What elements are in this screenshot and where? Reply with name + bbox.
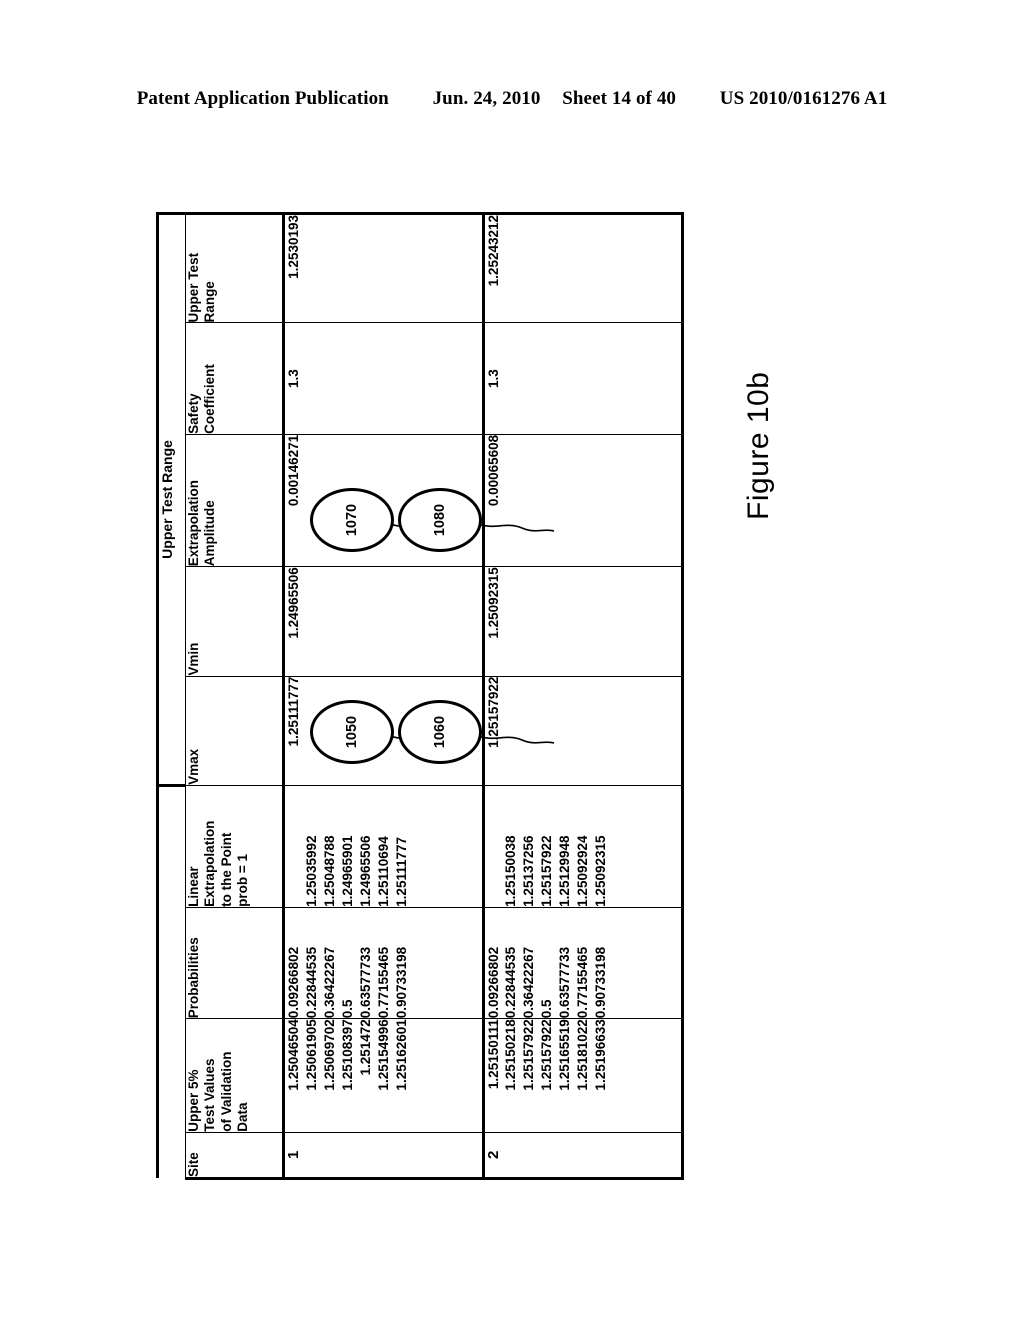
- sheet-number: Sheet 14 of 40: [562, 88, 677, 109]
- figure-stage: Upper Test Range Site Upper 5% Test Valu…: [156, 212, 684, 1180]
- publication-label: Patent Application Publication: [136, 88, 389, 109]
- leader-lines: [387, 522, 555, 744]
- callout-label: 1070: [344, 503, 360, 537]
- callout-balloon-1060: 1060: [398, 700, 482, 764]
- publication-date: Jun. 24, 2010: [432, 88, 541, 109]
- callout-balloon-1080: 1080: [398, 488, 482, 552]
- callout-label: 1050: [344, 715, 360, 749]
- patent-number: US 2010/0161276 A1: [719, 88, 888, 109]
- rotated-table-wrapper: Upper Test Range Site Upper 5% Test Valu…: [156, 212, 684, 1180]
- patent-page-header: Patent Application Publication Jun. 24, …: [0, 88, 1024, 110]
- callout-balloon-1070: 1070: [310, 488, 394, 552]
- callout-label: 1060: [432, 715, 448, 749]
- callout-balloon-1050: 1050: [310, 700, 394, 764]
- figure-caption: Figure 10b: [742, 371, 775, 520]
- callout-label: 1080: [432, 503, 448, 537]
